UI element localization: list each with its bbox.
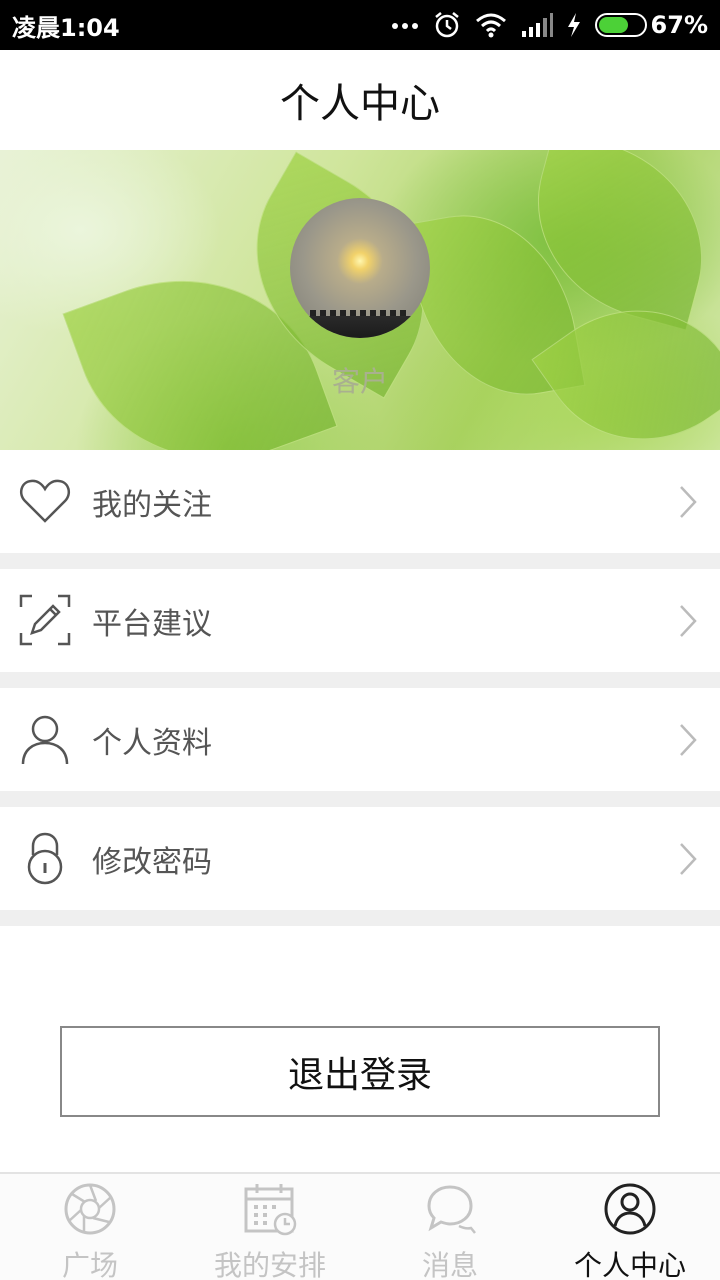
title-bar: 个人中心 — [0, 50, 720, 150]
menu-item-profile[interactable]: 个人资料 — [0, 688, 720, 791]
edit-icon — [19, 594, 71, 646]
tab-messages[interactable]: 消息 — [360, 1174, 540, 1280]
user-icon — [21, 715, 69, 765]
chevron-right-icon — [680, 723, 697, 756]
user-circle-icon — [604, 1183, 656, 1235]
tab-personal-center[interactable]: 个人中心 — [540, 1174, 720, 1280]
status-bar: 凌晨1:04 67% — [0, 0, 720, 50]
menu-item-label: 个人资料 — [92, 725, 212, 761]
chevron-right-icon — [680, 604, 697, 637]
menu-item-label: 我的关注 — [92, 487, 212, 523]
tab-square[interactable]: 广场 — [0, 1174, 180, 1280]
battery-indicator: 67% — [594, 11, 708, 39]
status-time: 凌晨1:04 — [12, 13, 120, 42]
profile-banner: 客户 — [0, 150, 720, 450]
username: 客户 — [331, 365, 388, 398]
tab-label: 广场 — [61, 1249, 118, 1280]
tab-my-schedule[interactable]: 我的安排 — [180, 1174, 360, 1280]
aperture-icon — [64, 1183, 116, 1235]
divider — [0, 910, 720, 926]
alarm-icon — [434, 12, 459, 38]
divider — [0, 791, 720, 807]
charging-bolt-icon — [567, 13, 580, 37]
chat-icon — [427, 1185, 476, 1234]
heart-icon — [19, 479, 71, 523]
menu-item-label: 修改密码 — [92, 844, 212, 880]
page-title: 个人中心 — [280, 81, 440, 127]
divider — [0, 672, 720, 688]
tab-label: 消息 — [421, 1249, 478, 1280]
menu-item-label: 平台建议 — [92, 606, 212, 642]
logout-button[interactable]: 退出登录 — [60, 1026, 660, 1117]
lock-icon — [27, 832, 63, 885]
divider — [0, 553, 720, 569]
tab-label: 我的安排 — [213, 1249, 326, 1280]
calendar-icon — [244, 1184, 297, 1236]
status-icons: 67% — [391, 11, 708, 39]
battery-icon — [594, 13, 647, 37]
chevron-right-icon — [680, 842, 697, 875]
more-dots-icon — [391, 23, 418, 29]
menu-item-suggestions[interactable]: 平台建议 — [0, 569, 720, 672]
menu-item-change-password[interactable]: 修改密码 — [0, 807, 720, 910]
chevron-right-icon — [680, 485, 697, 518]
signal-icon — [521, 13, 553, 37]
tab-label: 个人中心 — [573, 1249, 686, 1280]
avatar[interactable] — [290, 198, 430, 338]
bottom-nav: 广场 我的安排 消息 个人中心 — [0, 1172, 720, 1280]
menu-item-favorites[interactable]: 我的关注 — [0, 450, 720, 553]
wifi-icon — [475, 13, 506, 38]
battery-percent: 67% — [650, 11, 708, 39]
